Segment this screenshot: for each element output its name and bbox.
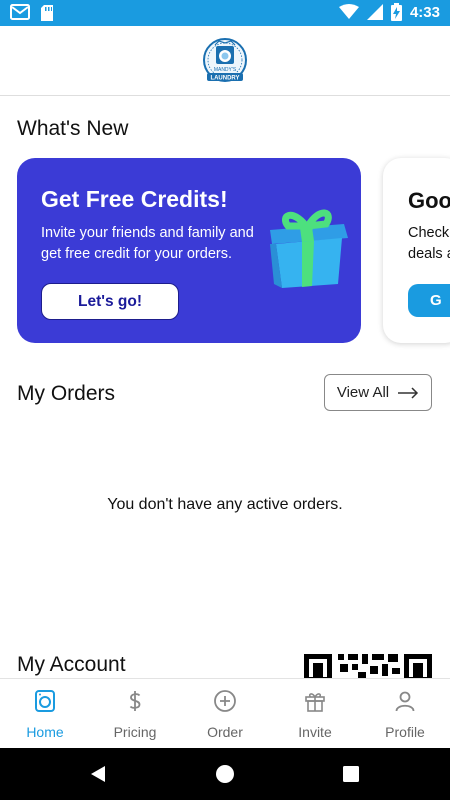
view-all-label: View All — [336, 384, 390, 401]
promo-card-description-line: Check — [408, 225, 450, 241]
promo-card-description: Invite your friends and family and get f… — [41, 225, 254, 262]
promo-card-description: Check deals a — [408, 223, 450, 265]
empty-orders-message: You don't have any active orders. — [107, 496, 343, 513]
battery-charging-icon — [390, 3, 402, 21]
signal-icon — [366, 4, 383, 20]
view-all-button[interactable]: View All — [324, 374, 432, 411]
whats-new-title: What's New — [17, 117, 129, 140]
bottom-tab-bar: Home Pricing Order Invite Profile — [0, 678, 450, 749]
dollar-icon — [129, 691, 141, 711]
gift-illustration-icon — [270, 209, 348, 288]
sd-card-icon — [41, 5, 53, 21]
washing-machine-icon — [35, 690, 55, 712]
tab-home[interactable]: Home — [0, 679, 90, 749]
tab-label: Invite — [298, 724, 332, 740]
promo-card-deals[interactable]: Goo Check deals a G — [383, 158, 450, 343]
arrow-right-icon — [398, 386, 419, 399]
tab-label: Order — [207, 724, 243, 740]
promo-card-free-credits[interactable]: Get Free Credits! Invite your friends an… — [17, 158, 361, 343]
person-icon — [395, 691, 415, 712]
home-icon[interactable] — [215, 764, 235, 784]
recents-icon[interactable] — [342, 765, 360, 783]
logo-text-bottom: LAUNDRY — [210, 76, 239, 82]
tab-label: Home — [26, 724, 64, 740]
app-header: MANDY'S LAUNDRY — [0, 26, 450, 96]
back-icon[interactable] — [88, 764, 108, 784]
qr-code-icon[interactable] — [304, 654, 432, 678]
my-orders-title: My Orders — [17, 382, 116, 405]
gmail-icon — [10, 4, 30, 20]
mandys-laundry-logo: MANDY'S LAUNDRY — [203, 38, 247, 82]
tab-order[interactable]: Order — [180, 679, 270, 749]
logo-text-top: MANDY'S — [214, 67, 237, 73]
status-time: 4:33 — [409, 3, 440, 21]
status-bar: 4:33 — [0, 0, 450, 26]
promo-card-title: Goo — [408, 188, 450, 213]
tab-invite[interactable]: Invite — [270, 679, 360, 749]
my-account-title: My Account — [17, 653, 126, 676]
gift-icon — [305, 693, 325, 712]
tab-label: Profile — [385, 724, 425, 740]
tab-profile[interactable]: Profile — [360, 679, 450, 749]
wifi-icon — [338, 4, 359, 19]
promo-card-button[interactable]: G — [408, 284, 450, 317]
system-navigation-bar — [0, 748, 450, 800]
tab-pricing[interactable]: Pricing — [90, 679, 180, 749]
tab-label: Pricing — [113, 724, 157, 740]
lets-go-button[interactable]: Let's go! — [41, 283, 179, 320]
promo-card-description-line: deals a — [408, 246, 450, 262]
plus-circle-icon — [214, 690, 236, 712]
promo-card-title: Get Free Credits! — [41, 186, 228, 212]
